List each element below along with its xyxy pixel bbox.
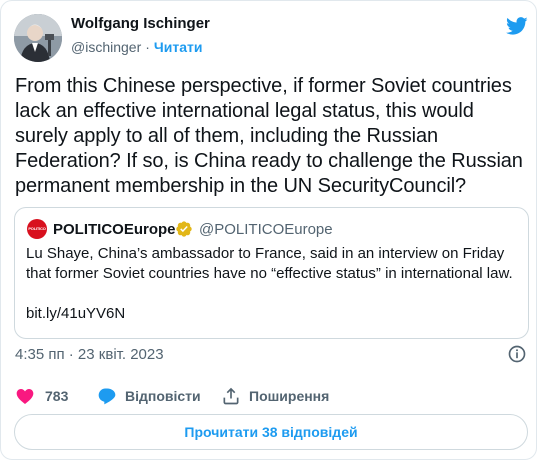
- share-label: Поширення: [249, 388, 330, 404]
- heart-icon: [16, 389, 34, 404]
- politico-logo-text: POLITICO: [28, 226, 46, 231]
- reply-bubble-icon: [98, 388, 116, 405]
- like-button[interactable]: 783: [15, 385, 75, 407]
- separator-dot: ·: [145, 39, 150, 55]
- quoted-text: Lu Shaye, China’s ambassador to France, …: [26, 245, 513, 282]
- quoted-author-handle: @POLITICOEurope: [199, 221, 333, 238]
- timestamp[interactable]: 4:35 пп · 23 квіт. 2023: [15, 346, 164, 363]
- author-handle[interactable]: @ischinger: [71, 39, 141, 55]
- twitter-bird-icon[interactable]: [505, 15, 529, 37]
- like-count: 783: [45, 388, 69, 404]
- avatar[interactable]: [14, 14, 62, 62]
- tweet-card: Wolfgang Ischinger @ischinger · Читати Fro…: [0, 0, 537, 460]
- reply-label: Відповісти: [125, 388, 201, 404]
- author-handle-row: @ischinger · Читати: [71, 39, 202, 55]
- read-replies-button[interactable]: Прочитати 38 відповідей: [14, 414, 528, 450]
- quoted-author-name: POLITICOEurope: [53, 221, 176, 238]
- tweet-text: From this Chinese perspective, if former…: [15, 75, 523, 197]
- follow-link[interactable]: Читати: [154, 39, 203, 55]
- info-icon[interactable]: [507, 344, 527, 364]
- author-name[interactable]: Wolfgang Ischinger: [71, 15, 210, 32]
- quoted-link[interactable]: bit.ly/41uYV6N: [26, 305, 125, 322]
- politico-logo: POLITICO: [27, 219, 47, 239]
- quoted-tweet[interactable]: POLITICO POLITICOEurope @POLITICOEurope …: [14, 207, 529, 339]
- avatar-photo: [14, 14, 62, 62]
- verified-badge-icon: [176, 221, 192, 237]
- share-icon: [223, 387, 239, 405]
- share-button[interactable]: Поширення: [221, 385, 341, 407]
- reply-button[interactable]: Відповісти: [97, 385, 207, 407]
